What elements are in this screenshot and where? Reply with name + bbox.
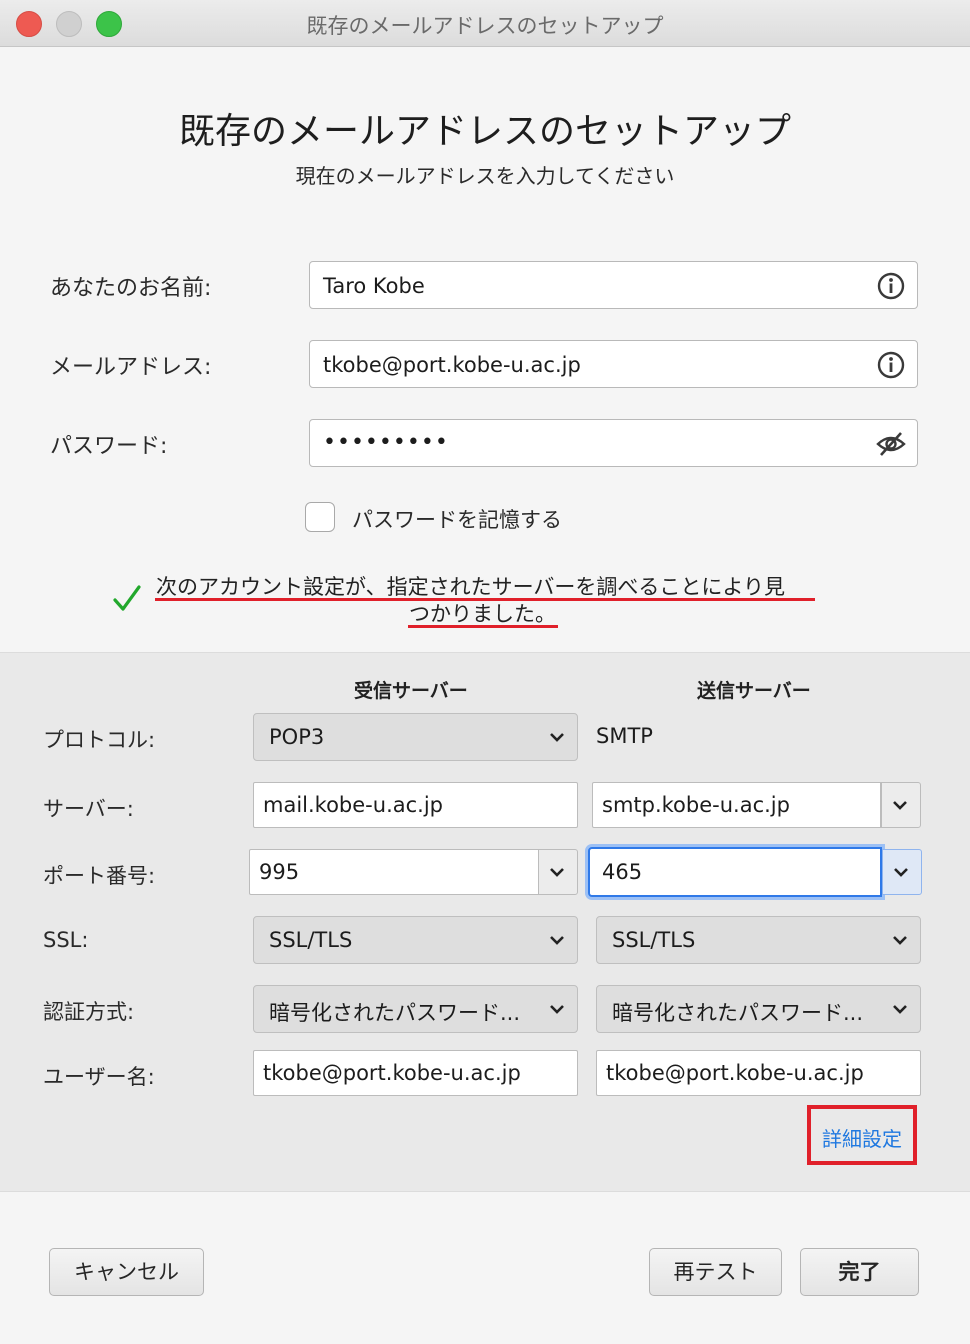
ssl-label: SSL: bbox=[43, 928, 89, 952]
remember-password-checkbox[interactable] bbox=[305, 502, 335, 532]
eye-slash-icon[interactable] bbox=[876, 429, 906, 459]
outgoing-server-value: smtp.kobe-u.ac.jp bbox=[602, 793, 790, 817]
incoming-auth-value: 暗号化されたパスワード... bbox=[269, 1001, 521, 1025]
username-label: ユーザー名: bbox=[43, 1065, 155, 1089]
incoming-protocol-value: POP3 bbox=[269, 725, 325, 749]
chevron-down-icon bbox=[893, 1005, 907, 1014]
incoming-server-value: mail.kobe-u.ac.jp bbox=[263, 793, 443, 817]
outgoing-server-input[interactable]: smtp.kobe-u.ac.jp bbox=[592, 782, 881, 828]
email-label: メールアドレス: bbox=[50, 355, 212, 380]
chevron-down-icon bbox=[894, 868, 908, 877]
incoming-server-header: 受信サーバー bbox=[354, 680, 468, 702]
title-bar: 既存のメールアドレスのセットアップ bbox=[0, 0, 970, 47]
retest-button[interactable]: 再テスト bbox=[649, 1248, 782, 1296]
outgoing-port-dropdown-button[interactable] bbox=[882, 849, 922, 895]
window-title: 既存のメールアドレスのセットアップ bbox=[306, 14, 664, 38]
outgoing-username-input[interactable]: tkobe@port.kobe-u.ac.jp bbox=[596, 1050, 921, 1096]
info-icon[interactable] bbox=[876, 271, 906, 301]
outgoing-server-dropdown-button[interactable] bbox=[881, 782, 921, 828]
chevron-down-icon bbox=[550, 733, 564, 742]
advanced-settings-link[interactable]: 詳細設定 bbox=[822, 1123, 902, 1152]
remember-password-label: パスワードを記憶する bbox=[352, 508, 562, 532]
incoming-server-input[interactable]: mail.kobe-u.ac.jp bbox=[253, 782, 578, 828]
password-value: ••••••••• bbox=[323, 430, 449, 455]
incoming-port-input[interactable]: 995 bbox=[249, 849, 539, 895]
incoming-ssl-select[interactable]: SSL/TLS bbox=[253, 916, 578, 964]
incoming-protocol-select[interactable]: POP3 bbox=[253, 713, 578, 761]
incoming-port-dropdown-button[interactable] bbox=[538, 849, 578, 895]
incoming-username-input[interactable]: tkobe@port.kobe-u.ac.jp bbox=[253, 1050, 578, 1096]
outgoing-port-value: 465 bbox=[602, 860, 643, 884]
red-underline-annotation bbox=[155, 598, 815, 601]
chevron-down-icon bbox=[550, 1005, 564, 1014]
outgoing-ssl-value: SSL/TLS bbox=[612, 928, 696, 952]
outgoing-auth-value: 暗号化されたパスワード... bbox=[612, 1001, 864, 1025]
status-message-line1: 次のアカウント設定が、指定されたサーバーを調べることにより見 bbox=[156, 575, 785, 599]
chevron-down-icon bbox=[893, 801, 907, 810]
password-label: パスワード: bbox=[50, 434, 168, 459]
outgoing-ssl-select[interactable]: SSL/TLS bbox=[596, 916, 921, 964]
outgoing-port-input[interactable]: 465 bbox=[588, 847, 882, 897]
success-check-icon bbox=[113, 585, 141, 611]
port-label: ポート番号: bbox=[43, 864, 156, 888]
incoming-auth-select[interactable]: 暗号化されたパスワード... bbox=[253, 985, 578, 1033]
outgoing-protocol-value: SMTP bbox=[596, 724, 653, 748]
cancel-button[interactable]: キャンセル bbox=[49, 1248, 204, 1296]
incoming-port-value: 995 bbox=[259, 860, 300, 884]
email-input[interactable]: tkobe@port.kobe-u.ac.jp bbox=[309, 340, 918, 388]
incoming-username-value: tkobe@port.kobe-u.ac.jp bbox=[263, 1061, 521, 1085]
password-input[interactable]: ••••••••• bbox=[309, 419, 918, 467]
chevron-down-icon bbox=[550, 936, 564, 945]
chevron-down-icon bbox=[550, 868, 564, 877]
page-subtitle: 現在のメールアドレスを入力してください bbox=[295, 164, 675, 188]
name-label: あなたのお名前: bbox=[50, 276, 212, 301]
page-title: 既存のメールアドレスのセットアップ bbox=[178, 111, 791, 152]
incoming-ssl-value: SSL/TLS bbox=[269, 928, 353, 952]
name-input[interactable]: Taro Kobe bbox=[309, 261, 918, 309]
done-button[interactable]: 完了 bbox=[800, 1248, 919, 1296]
outgoing-username-value: tkobe@port.kobe-u.ac.jp bbox=[606, 1061, 864, 1085]
auth-label: 認証方式: bbox=[43, 1000, 135, 1024]
status-message-line2: つかりました。 bbox=[409, 602, 556, 626]
red-underline-annotation bbox=[408, 625, 558, 628]
info-icon[interactable] bbox=[876, 350, 906, 380]
server-label: サーバー: bbox=[43, 797, 134, 821]
outgoing-server-header: 送信サーバー bbox=[697, 680, 811, 702]
name-value: Taro Kobe bbox=[323, 274, 425, 298]
chevron-down-icon bbox=[893, 936, 907, 945]
email-value: tkobe@port.kobe-u.ac.jp bbox=[323, 353, 581, 377]
outgoing-auth-select[interactable]: 暗号化されたパスワード... bbox=[596, 985, 921, 1033]
protocol-label: プロトコル: bbox=[43, 728, 156, 752]
